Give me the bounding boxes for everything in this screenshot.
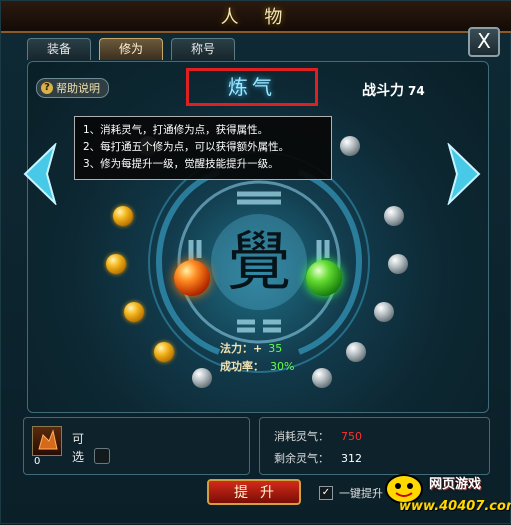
ore-item-icon bbox=[38, 429, 58, 450]
section-title: 炼气 bbox=[186, 68, 318, 106]
cultivation-node[interactable] bbox=[113, 206, 133, 226]
optional-label: 可 bbox=[72, 432, 85, 446]
cultivation-node[interactable] bbox=[384, 206, 404, 226]
next-arrow-icon[interactable] bbox=[447, 143, 481, 205]
prev-arrow-icon[interactable] bbox=[23, 143, 57, 205]
auto-upgrade-toggle[interactable]: ✓ 一键提升 bbox=[319, 485, 383, 501]
character-window: 人 物 X 装备 修为 称号 覺 ? 帮助说明 炼气 战斗力 74 1、消耗灵气… bbox=[0, 0, 511, 524]
mana-value: 35 bbox=[268, 342, 283, 355]
combat-power-label: 战斗力 bbox=[362, 83, 404, 99]
fire-orb[interactable] bbox=[174, 260, 210, 296]
cultivation-node[interactable] bbox=[346, 342, 366, 362]
stat-panel: 法力：+ 35 成功率： 30% bbox=[220, 340, 294, 376]
cultivation-node[interactable] bbox=[374, 302, 394, 322]
item-slot[interactable] bbox=[32, 426, 62, 456]
cost-panel: 消耗灵气： 750 剩余灵气： 312 bbox=[259, 417, 490, 475]
question-icon: ? bbox=[41, 82, 53, 94]
success-rate-label: 成功率： bbox=[220, 360, 264, 373]
tab-bar: 装备 修为 称号 bbox=[27, 38, 235, 60]
remain-value: 312 bbox=[341, 452, 362, 465]
tab-title[interactable]: 称号 bbox=[171, 38, 235, 60]
tooltip-line: 1、消耗灵气，打通修为点，获得属性。 bbox=[83, 124, 269, 136]
use-item-checkbox[interactable] bbox=[94, 448, 110, 464]
checkmark-icon[interactable]: ✓ bbox=[319, 486, 333, 500]
material-panel: 0 可 选 bbox=[23, 417, 250, 475]
window-title: 人 物 bbox=[220, 7, 293, 28]
tooltip-line: 2、每打通五个修为点，可以获得额外属性。 bbox=[83, 141, 290, 153]
help-button[interactable]: ? 帮助说明 bbox=[36, 78, 109, 98]
cultivation-node[interactable] bbox=[124, 302, 144, 322]
remain-label: 剩余灵气： bbox=[274, 452, 329, 465]
watermark-title: 网页游戏 bbox=[429, 477, 482, 492]
consume-value: 750 bbox=[341, 430, 362, 443]
help-label: 帮助说明 bbox=[56, 81, 100, 95]
combat-power-value: 74 bbox=[408, 84, 425, 98]
consume-label: 消耗灵气： bbox=[274, 430, 329, 443]
combat-power: 战斗力 74 bbox=[362, 80, 425, 100]
help-tooltip: 1、消耗灵气，打通修为点，获得属性。 2、每打通五个修为点，可以获得额外属性。 … bbox=[74, 116, 332, 180]
cultivation-node[interactable] bbox=[106, 254, 126, 274]
mana-label: 法力：+ bbox=[220, 342, 263, 355]
cultivation-stage: 覺 ? 帮助说明 炼气 战斗力 74 1、消耗灵气，打通修为点，获得属性。 2、每… bbox=[27, 61, 489, 413]
tab-cultivation[interactable]: 修为 bbox=[99, 38, 163, 60]
success-rate-value: 30% bbox=[270, 360, 295, 373]
close-button[interactable]: X bbox=[468, 27, 500, 57]
item-count: 0 bbox=[34, 456, 41, 467]
tooltip-line: 3、修为每提升一级，觉醒技能提升一级。 bbox=[83, 158, 279, 170]
cultivation-node[interactable] bbox=[154, 342, 174, 362]
cultivation-node[interactable] bbox=[388, 254, 408, 274]
site-watermark: 网页游戏 www.40407.com bbox=[381, 471, 511, 525]
watermark-url: www.40407.com bbox=[399, 499, 511, 514]
title-bar: 人 物 bbox=[1, 1, 511, 33]
cultivation-node[interactable] bbox=[340, 136, 360, 156]
upgrade-button[interactable]: 提升 bbox=[207, 479, 301, 505]
cultivation-node[interactable] bbox=[192, 368, 212, 388]
wood-orb[interactable] bbox=[306, 260, 342, 296]
optional-label-2: 选 bbox=[72, 450, 85, 464]
cultivation-node[interactable] bbox=[312, 368, 332, 388]
auto-upgrade-label: 一键提升 bbox=[339, 487, 383, 500]
awaken-glyph: 覺 bbox=[227, 226, 291, 300]
tab-equipment[interactable]: 装备 bbox=[27, 38, 91, 60]
